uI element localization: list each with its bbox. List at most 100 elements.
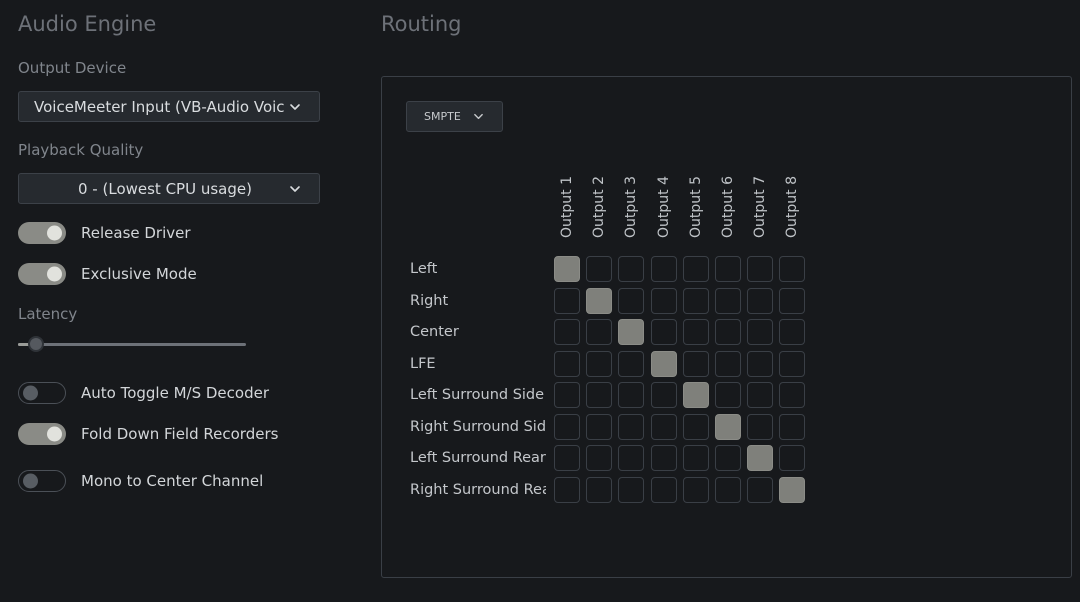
toggle-knob: [23, 385, 38, 401]
exclusive-mode-row: Exclusive Mode: [18, 262, 197, 286]
toggle-knob: [47, 266, 62, 282]
routing-cell[interactable]: [554, 382, 580, 408]
auto-toggle-ms-decoder-toggle[interactable]: [18, 382, 66, 404]
channel-row-label: Right Surround Rear: [410, 481, 546, 498]
mono-to-center-channel-label: Mono to Center Channel: [81, 472, 264, 490]
routing-cell[interactable]: [682, 350, 709, 377]
routing-cell[interactable]: [779, 382, 806, 408]
routing-cell[interactable]: [682, 256, 709, 282]
routing-cell[interactable]: [715, 256, 741, 282]
channel-layout-dropdown[interactable]: SMPTE: [406, 101, 503, 132]
routing-cell[interactable]: [554, 350, 580, 377]
channel-row-label: LFE: [410, 355, 436, 372]
playback-quality-value: 0 - (Lowest CPU usage): [78, 179, 252, 198]
routing-cell[interactable]: [586, 382, 613, 408]
routing-cell[interactable]: [586, 445, 613, 471]
fold-down-field-recorders-toggle[interactable]: [18, 423, 66, 445]
exclusive-mode-toggle[interactable]: [18, 263, 66, 285]
routing-cell[interactable]: [618, 382, 645, 408]
routing-cell[interactable]: [554, 287, 580, 314]
routing-cell-active[interactable]: [586, 287, 613, 314]
routing-cell[interactable]: [554, 319, 580, 345]
auto-toggle-ms-decoder-label: Auto Toggle M/S Decoder: [81, 384, 269, 402]
routing-cell[interactable]: [747, 476, 774, 503]
routing-cell[interactable]: [779, 350, 806, 377]
routing-cell[interactable]: [747, 413, 774, 440]
routing-cell[interactable]: [747, 350, 774, 377]
chevron-down-icon: [474, 113, 483, 120]
playback-quality-label: Playback Quality: [18, 141, 144, 159]
output-column-label: Output 5: [687, 176, 704, 238]
routing-cell-active[interactable]: [682, 382, 709, 408]
output-column-label: Output 6: [720, 176, 736, 238]
routing-cell[interactable]: [586, 476, 613, 503]
routing-cell[interactable]: [586, 413, 613, 440]
routing-cell[interactable]: [618, 287, 645, 314]
routing-cell[interactable]: [682, 319, 709, 345]
routing-cell[interactable]: [650, 319, 677, 345]
routing-cell[interactable]: [779, 413, 806, 440]
channel-layout-value: SMPTE: [424, 110, 461, 123]
routing-cell[interactable]: [682, 445, 709, 471]
toggle-knob: [47, 426, 62, 442]
routing-cell[interactable]: [618, 476, 645, 503]
output-device-dropdown[interactable]: VoiceMeeter Input (VB-Audio VoiceMeeter …: [18, 91, 320, 122]
output-column-label: Output 3: [623, 176, 640, 238]
routing-cell[interactable]: [682, 476, 709, 503]
release-driver-toggle[interactable]: [18, 222, 66, 244]
fold-down-field-recorders-label: Fold Down Field Recorders: [81, 425, 279, 443]
routing-cell-active[interactable]: [554, 256, 580, 282]
routing-cell[interactable]: [747, 287, 774, 314]
output-column-header: Output 6: [718, 176, 738, 258]
routing-cell[interactable]: [618, 350, 645, 377]
playback-quality-dropdown[interactable]: 0 - (Lowest CPU usage): [18, 173, 320, 204]
routing-cell-active[interactable]: [715, 413, 741, 440]
channel-row-label: Left Surround Rear: [410, 450, 546, 466]
output-device-label: Output Device: [18, 59, 127, 77]
routing-cell[interactable]: [747, 319, 774, 345]
routing-cell[interactable]: [650, 476, 677, 503]
output-column-label: Output 4: [655, 176, 672, 238]
routing-cell[interactable]: [715, 382, 741, 408]
routing-cell[interactable]: [554, 445, 580, 471]
routing-cell[interactable]: [650, 287, 677, 314]
routing-cell[interactable]: [715, 476, 741, 503]
routing-cell-active[interactable]: [650, 350, 677, 377]
routing-cell[interactable]: [715, 445, 741, 471]
routing-cell[interactable]: [715, 287, 741, 314]
routing-cell[interactable]: [618, 445, 645, 471]
toggle-knob: [23, 473, 38, 489]
routing-cell[interactable]: [554, 476, 580, 503]
latency-slider-thumb[interactable]: [28, 336, 45, 352]
fold-down-row: Fold Down Field Recorders: [18, 422, 278, 446]
routing-cell-active[interactable]: [618, 319, 645, 345]
routing-cell-active[interactable]: [747, 445, 774, 471]
routing-cell[interactable]: [747, 256, 774, 282]
routing-cell[interactable]: [650, 382, 677, 408]
channel-row-label: Center: [410, 324, 459, 340]
routing-cell[interactable]: [650, 445, 677, 471]
routing-cell[interactable]: [618, 256, 645, 282]
routing-cell[interactable]: [586, 319, 613, 345]
routing-cell[interactable]: [715, 350, 741, 377]
routing-cell[interactable]: [779, 256, 806, 282]
output-column-header: Output 2: [589, 176, 609, 258]
routing-cell[interactable]: [747, 382, 774, 408]
channel-row-label: Left: [410, 261, 438, 277]
latency-slider[interactable]: [18, 334, 246, 354]
routing-cell[interactable]: [779, 319, 806, 345]
routing-cell[interactable]: [650, 413, 677, 440]
routing-cell[interactable]: [682, 413, 709, 440]
routing-cell[interactable]: [779, 287, 806, 314]
routing-cell[interactable]: [682, 287, 709, 314]
routing-cell[interactable]: [618, 413, 645, 440]
mono-to-center-channel-toggle[interactable]: [18, 470, 66, 492]
routing-cell-active[interactable]: [779, 476, 806, 503]
chevron-down-icon: [290, 103, 300, 110]
routing-cell[interactable]: [779, 445, 806, 471]
routing-cell[interactable]: [586, 256, 613, 282]
routing-cell[interactable]: [650, 256, 677, 282]
routing-cell[interactable]: [586, 350, 613, 377]
routing-cell[interactable]: [715, 319, 741, 345]
routing-cell[interactable]: [554, 413, 580, 440]
